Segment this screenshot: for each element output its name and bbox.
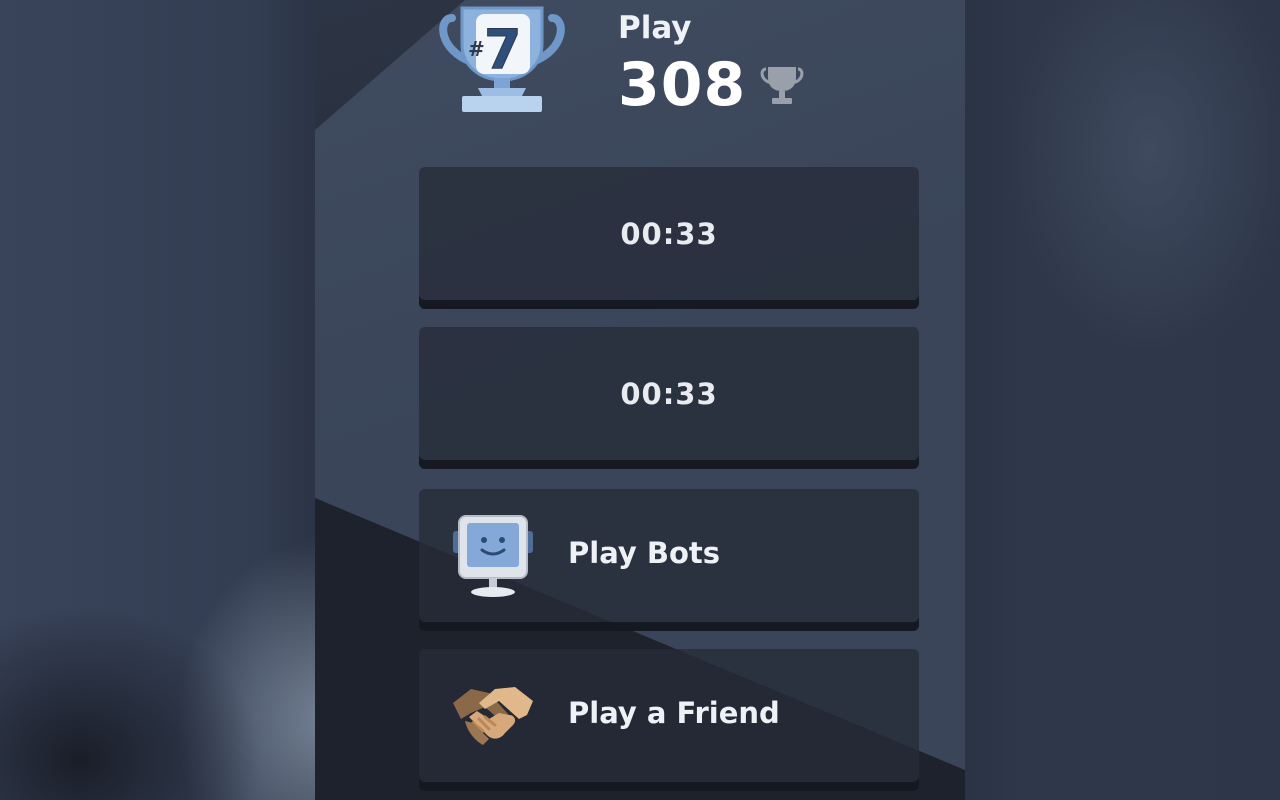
play-friend-button[interactable]: Play a Friend	[419, 649, 919, 791]
page-title: Play	[618, 10, 692, 46]
play-friend-label: Play a Friend	[568, 696, 780, 730]
play-bots-label: Play Bots	[568, 536, 721, 570]
timer-label: 00:33	[620, 377, 718, 411]
rank-hash: #	[468, 37, 485, 61]
computer-bot-icon	[453, 515, 533, 597]
rank-number: 7	[484, 18, 522, 81]
rating-value: 308	[618, 50, 747, 120]
timer-button-1[interactable]: 00:33	[419, 167, 919, 309]
timer-label: 00:33	[620, 217, 718, 251]
background-shadow	[0, 560, 320, 800]
timer-button-2[interactable]: 00:33	[419, 327, 919, 469]
handshake-icon	[453, 687, 533, 745]
trophy-icon	[760, 67, 804, 104]
play-bots-button[interactable]: Play Bots	[419, 489, 919, 631]
trophy-rank-icon: # 7	[439, 6, 565, 112]
